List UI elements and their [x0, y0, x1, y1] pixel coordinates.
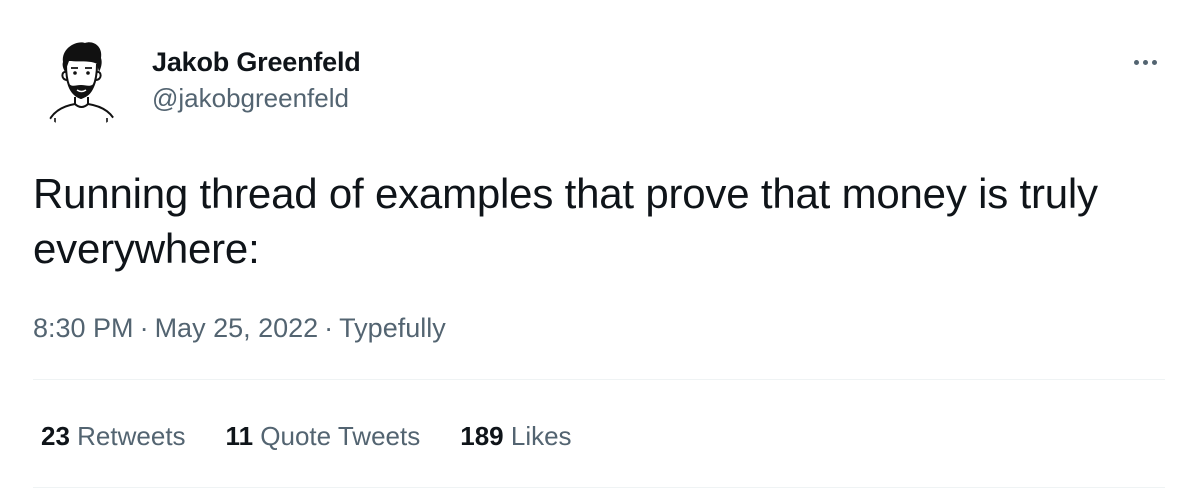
more-options-icon	[1134, 60, 1139, 65]
retweets-count: 23	[41, 421, 70, 451]
author-display-name[interactable]: Jakob Greenfeld	[152, 45, 361, 79]
retweets-stat[interactable]: 23 Retweets	[41, 418, 186, 454]
author-handle[interactable]: @jakobgreenfeld	[152, 81, 361, 115]
tweet-timestamp-date[interactable]: May 25, 2022	[155, 313, 319, 343]
divider	[33, 379, 1165, 380]
author-info: Jakob Greenfeld @jakobgreenfeld	[152, 45, 361, 115]
more-options-button[interactable]	[1126, 48, 1166, 76]
tweet-source-link[interactable]: Typefully	[339, 313, 446, 343]
likes-stat[interactable]: 189 Likes	[460, 418, 571, 454]
tweet-text: Running thread of examples that prove th…	[33, 170, 1098, 272]
more-options-icon-dot	[1143, 60, 1148, 65]
tweet-metadata: 8:30 PM · May 25, 2022 · Typefully	[33, 309, 446, 347]
likes-count: 189	[460, 421, 504, 451]
quote-tweets-count: 11	[225, 421, 254, 451]
meta-separator: ·	[139, 313, 149, 343]
tweet-timestamp-time[interactable]: 8:30 PM	[33, 313, 134, 343]
quote-tweets-label: Quote Tweets	[260, 421, 421, 451]
cartoon-avatar-icon	[46, 42, 118, 128]
tweet-card: Jakob Greenfeld @jakobgreenfeld Running …	[0, 0, 1202, 490]
retweets-label: Retweets	[77, 421, 186, 451]
more-options-icon-dot	[1152, 60, 1157, 65]
meta-separator: ·	[324, 313, 334, 343]
author-avatar[interactable]	[33, 34, 129, 130]
quote-tweets-stat[interactable]: 11 Quote Tweets	[226, 418, 421, 454]
divider	[33, 487, 1165, 488]
engagement-stats: 23 Retweets 11 Quote Tweets 189 Likes	[41, 418, 572, 454]
likes-label: Likes	[510, 421, 572, 451]
